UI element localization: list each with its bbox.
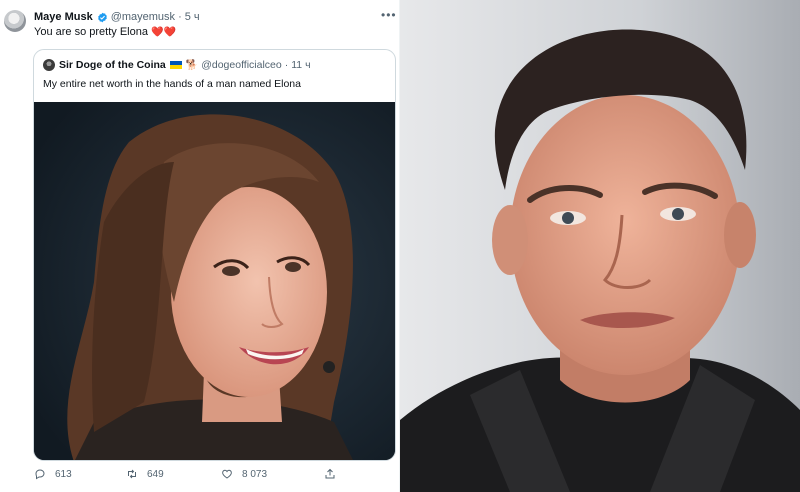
quoted-author-handle: @dogeofficialceo xyxy=(201,59,282,71)
tweet-time[interactable]: 5 ч xyxy=(185,11,200,23)
quoted-tweet[interactable]: Sir Doge of the Coina 🐕 @dogeofficialceo… xyxy=(33,49,396,461)
ukraine-flag-icon xyxy=(169,61,182,69)
tweet-card: Maye Musk @mayemusk · 5 ч ••• You are so… xyxy=(0,0,400,492)
dog-emoji: 🐕 xyxy=(185,59,199,71)
tweet-text-content: You are so pretty Elona xyxy=(34,26,148,38)
author-avatar[interactable] xyxy=(4,10,26,32)
reply-button[interactable]: 613 xyxy=(34,468,72,480)
share-button[interactable] xyxy=(324,468,345,480)
heart-emoji: ❤️❤️ xyxy=(151,27,176,38)
separator-dot: · xyxy=(284,59,289,71)
quoted-tweet-header: Sir Doge of the Coina 🐕 @dogeofficialceo… xyxy=(43,59,311,71)
retweet-count: 649 xyxy=(147,468,164,480)
retweet-icon xyxy=(128,469,136,479)
author-name[interactable]: Maye Musk xyxy=(34,11,93,23)
heart-icon xyxy=(222,469,232,479)
quoted-author-avatar xyxy=(43,59,55,71)
man-portrait-photo xyxy=(400,0,800,492)
man-portrait-illustration xyxy=(400,0,800,492)
quoted-tweet-text: My entire net worth in the hands of a ma… xyxy=(43,78,301,90)
like-count: 8 073 xyxy=(242,468,268,480)
separator-dot: · xyxy=(178,11,182,23)
verified-badge-icon xyxy=(97,12,107,22)
quoted-author-name: Sir Doge of the Coina xyxy=(59,59,166,71)
quoted-tweet-time: 11 ч xyxy=(291,59,311,71)
reply-count: 613 xyxy=(55,468,72,480)
tweet-text: You are so pretty Elona ❤️❤️ xyxy=(34,26,176,38)
quoted-tweet-photo[interactable] xyxy=(34,102,395,460)
woman-portrait-illustration xyxy=(34,102,395,460)
more-horizontal-icon[interactable]: ••• xyxy=(381,8,397,22)
tweet-actions: 613 649 8 073 xyxy=(34,468,354,486)
like-button[interactable]: 8 073 xyxy=(221,468,267,480)
share-icon xyxy=(325,468,335,479)
author-handle[interactable]: @mayemusk xyxy=(111,11,175,23)
reply-icon xyxy=(35,469,45,480)
retweet-button[interactable]: 649 xyxy=(126,468,164,480)
tweet-header: Maye Musk @mayemusk · 5 ч xyxy=(34,11,200,23)
